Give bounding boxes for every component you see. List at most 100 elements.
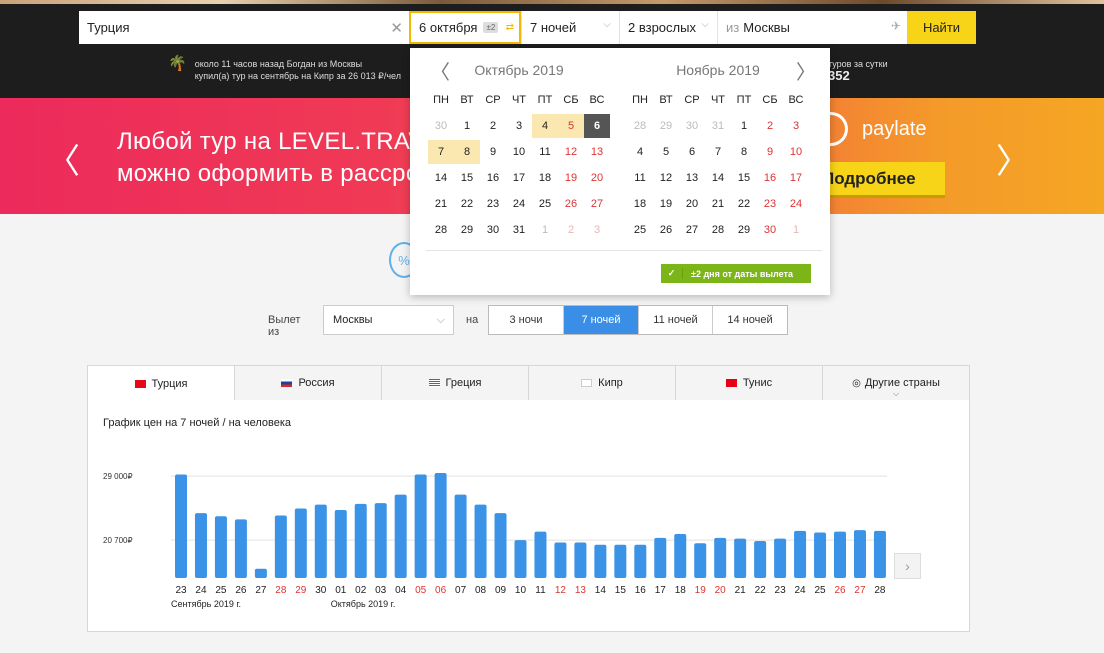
tab-tr[interactable]: Турция (87, 365, 235, 401)
calendar-day[interactable]: 10 (783, 140, 809, 164)
tab-gr[interactable]: Греция (382, 365, 529, 401)
calendar-day[interactable]: 3 (506, 114, 532, 138)
calendar-day[interactable]: 13 (584, 140, 610, 164)
calendar-day[interactable]: 17 (506, 166, 532, 190)
price-bar[interactable] (474, 504, 487, 578)
price-bar[interactable] (175, 474, 187, 578)
price-bar[interactable] (674, 533, 687, 578)
departure-city-field[interactable]: из Москвы ✈ (717, 11, 907, 44)
calendar-day[interactable]: 28 (705, 218, 731, 242)
price-bar[interactable] (334, 510, 347, 578)
calendar-day[interactable]: 1 (454, 114, 480, 138)
price-bar[interactable] (834, 531, 847, 578)
calendar-day[interactable]: 8 (454, 140, 480, 164)
price-bar[interactable] (394, 494, 407, 578)
price-bar[interactable] (234, 519, 247, 578)
tab-cy[interactable]: Кипр (529, 365, 676, 401)
calendar-day[interactable]: 27 (679, 218, 705, 242)
calendar-day[interactable]: 15 (731, 166, 757, 190)
price-bar[interactable] (434, 473, 447, 578)
date-field[interactable]: 6 октября ±2 ⇄ (409, 11, 521, 44)
price-bar[interactable] (254, 568, 267, 578)
calendar-day[interactable]: 20 (584, 166, 610, 190)
price-bar[interactable] (494, 513, 507, 578)
calendar-day[interactable]: 11 (532, 140, 558, 164)
banner-more-button[interactable]: Подробнее (812, 162, 945, 195)
price-bar[interactable] (873, 530, 886, 578)
calendar-day[interactable]: 21 (705, 192, 731, 216)
nights-option[interactable]: 3 ночи (489, 306, 564, 334)
calendar-day[interactable]: 19 (558, 166, 584, 190)
price-bar[interactable] (714, 537, 727, 578)
calendar-day[interactable]: 21 (428, 192, 454, 216)
tab-ru[interactable]: Россия (235, 365, 382, 401)
price-bar[interactable] (414, 474, 427, 578)
flex-dates-toggle[interactable]: ✓ ±2 дня от даты вылета (661, 264, 811, 283)
tab-globe[interactable]: ◎ Другие страны ⌵ (823, 365, 970, 401)
calendar-day[interactable]: 18 (627, 192, 653, 216)
calendar-day[interactable]: 19 (653, 192, 679, 216)
price-bar[interactable] (194, 513, 207, 578)
price-bar[interactable] (754, 540, 767, 578)
price-bar[interactable] (214, 516, 227, 578)
calendar-day[interactable]: 11 (627, 166, 653, 190)
calendar-day[interactable]: 9 (480, 140, 506, 164)
price-bar[interactable] (853, 530, 866, 578)
calendar-day[interactable]: 18 (532, 166, 558, 190)
calendar-day[interactable]: 29 (454, 218, 480, 242)
nights-option[interactable]: 7 ночей (564, 306, 639, 334)
calendar-day[interactable]: 7 (428, 140, 454, 164)
calendar-day[interactable]: 4 (627, 140, 653, 164)
price-bar[interactable] (454, 494, 467, 578)
departure-city-select[interactable]: Москвы ⌵ (323, 305, 454, 335)
nights-field[interactable]: 7 ночей ⌵ (521, 11, 619, 44)
calendar-day[interactable]: 26 (653, 218, 679, 242)
price-bar[interactable] (294, 508, 307, 578)
calendar-day[interactable]: 22 (454, 192, 480, 216)
calendar-day[interactable]: 26 (558, 192, 584, 216)
calendar-day[interactable]: 3 (783, 114, 809, 138)
calendar-day[interactable]: 9 (757, 140, 783, 164)
calendar-day[interactable]: 5 (558, 114, 584, 138)
price-bar[interactable] (654, 537, 667, 578)
price-bar[interactable] (694, 543, 707, 578)
calendar-day[interactable]: 24 (506, 192, 532, 216)
banner-next-icon[interactable]: 〉 (996, 134, 1030, 183)
nights-option[interactable]: 14 ночей (713, 306, 787, 334)
calendar-day[interactable]: 15 (454, 166, 480, 190)
calendar-day[interactable]: 27 (584, 192, 610, 216)
price-bar[interactable] (634, 544, 647, 578)
calendar-day[interactable]: 25 (532, 192, 558, 216)
calendar-day[interactable]: 8 (731, 140, 757, 164)
clear-icon[interactable]: ✕ (390, 19, 403, 37)
calendar-day[interactable]: 2 (480, 114, 506, 138)
price-bar[interactable] (734, 538, 747, 578)
chart-next-icon[interactable]: › (894, 553, 921, 579)
price-bar[interactable] (774, 538, 787, 578)
calendar-day[interactable]: 25 (627, 218, 653, 242)
find-button[interactable]: Найти (907, 11, 976, 44)
price-bar[interactable] (514, 540, 527, 578)
nights-option[interactable]: 11 ночей (639, 306, 713, 334)
calendar-day[interactable]: 7 (705, 140, 731, 164)
calendar-day[interactable]: 31 (506, 218, 532, 242)
calendar-day[interactable]: 14 (705, 166, 731, 190)
banner-prev-icon[interactable]: 〈 (46, 134, 80, 183)
price-bar[interactable] (814, 532, 827, 578)
people-field[interactable]: 2 взрослых ⌵ (619, 11, 717, 44)
calendar-day[interactable]: 22 (731, 192, 757, 216)
calendar-day[interactable]: 20 (679, 192, 705, 216)
price-bar[interactable] (594, 544, 607, 578)
calendar-day[interactable]: 17 (783, 166, 809, 190)
calendar-day[interactable]: 1 (731, 114, 757, 138)
calendar-day[interactable]: 6 (584, 114, 610, 138)
price-bar[interactable] (354, 503, 367, 578)
calendar-day[interactable]: 16 (480, 166, 506, 190)
price-bar[interactable] (314, 504, 327, 578)
price-bar[interactable] (534, 531, 547, 578)
calendar-day[interactable]: 12 (653, 166, 679, 190)
calendar-day[interactable]: 6 (679, 140, 705, 164)
calendar-day[interactable]: 13 (679, 166, 705, 190)
calendar-day[interactable]: 29 (731, 218, 757, 242)
price-bar[interactable] (274, 515, 287, 578)
